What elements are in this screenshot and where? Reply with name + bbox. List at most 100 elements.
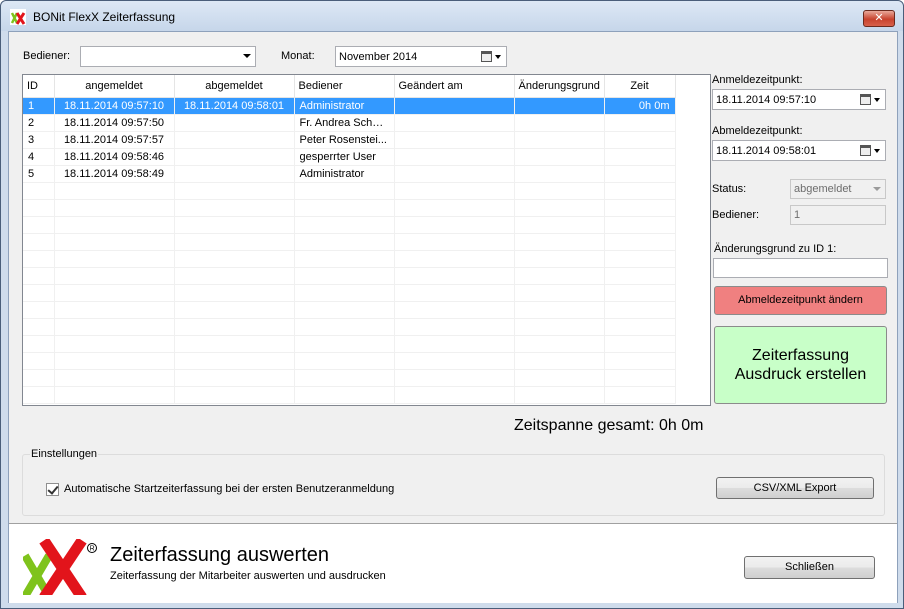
detail-operator-value: 1 [794, 209, 801, 221]
empty-row [23, 267, 676, 285]
cell-changed [394, 114, 515, 132]
column-header-logout[interactable]: abgemeldet [174, 75, 295, 98]
csv-xml-export-button[interactable]: CSV/XML Export [716, 477, 874, 499]
month-value: November 2014 [339, 51, 418, 63]
window-close-button[interactable]: ✕ [863, 10, 895, 27]
column-header-time[interactable]: Zeit [604, 75, 676, 98]
cell-operator: Fr. Andrea Schw... [294, 114, 395, 132]
footer-subtitle: Zeiterfassung der Mitarbeiter auswerten … [110, 570, 386, 582]
operator-filter-select[interactable] [80, 46, 256, 67]
cell-operator: Administrator [294, 165, 395, 183]
cell-changed [394, 165, 515, 183]
cell-login: 18.11.2014 09:58:49 [54, 165, 175, 183]
empty-row [23, 335, 676, 353]
month-label: Monat: [281, 50, 315, 62]
cell-logout [174, 114, 295, 132]
time-records-table[interactable]: ID angemeldet abgemeldet Bediener Geände… [22, 74, 711, 406]
column-header-operator[interactable]: Bediener [294, 75, 395, 98]
login-time-value: 18.11.2014 09:57:10 [716, 94, 817, 106]
logout-time-label: Abmeldezeitpunkt: [712, 125, 803, 137]
cell-logout [174, 165, 295, 183]
change-reason-input[interactable] [713, 258, 888, 278]
column-header-changed[interactable]: Geändert am [394, 75, 515, 98]
cell-time [604, 114, 676, 132]
chevron-down-icon [243, 54, 251, 58]
svg-text:R: R [90, 546, 95, 553]
cell-reason [514, 148, 605, 166]
cell-login: 18.11.2014 09:57:57 [54, 131, 175, 149]
empty-row [23, 301, 676, 319]
change-logout-time-button[interactable]: Abmeldezeitpunkt ändern [714, 286, 887, 315]
cell-login: 18.11.2014 09:57:10 [54, 97, 175, 115]
close-button[interactable]: Schließen [744, 556, 875, 579]
empty-row [23, 216, 676, 234]
change-reason-label: Änderungsgrund zu ID 1: [714, 243, 837, 255]
title-bar[interactable]: BONit FlexX Zeiterfassung ✕ [1, 1, 903, 31]
status-label: Status: [712, 183, 747, 195]
empty-row [23, 386, 676, 404]
chevron-down-icon [873, 187, 881, 191]
settings-group-title: Einstellungen [30, 448, 99, 460]
auto-start-checkbox[interactable] [46, 483, 59, 496]
table-row[interactable]: 4 18.11.2014 09:58:46 gesperrter User [23, 148, 676, 166]
chevron-down-icon [495, 55, 501, 59]
table-header-row: ID angemeldet abgemeldet Bediener Geände… [23, 75, 676, 98]
table-row[interactable]: 1 18.11.2014 09:57:10 18.11.2014 09:58:0… [23, 97, 676, 115]
close-button-label: Schließen [785, 561, 834, 573]
table-row[interactable]: 2 18.11.2014 09:57:50 Fr. Andrea Schw... [23, 114, 676, 132]
print-report-button-line1: Zeiterfassung [752, 347, 849, 364]
cell-time [604, 165, 676, 183]
column-header-id[interactable]: ID [23, 75, 55, 98]
cell-changed [394, 131, 515, 149]
print-report-button[interactable]: Zeiterfassung Ausdruck erstellen [714, 326, 887, 404]
empty-row [23, 250, 676, 268]
operator-filter-label: Bediener: [23, 50, 71, 62]
table-row[interactable]: 5 18.11.2014 09:58:49 Administrator [23, 165, 676, 183]
client-area: Bediener: Monat: November 2014 ID angeme… [8, 31, 898, 603]
cell-id: 5 [23, 165, 55, 183]
cell-login: 18.11.2014 09:57:50 [54, 114, 175, 132]
column-header-login[interactable]: angemeldet [54, 75, 175, 98]
footer-panel: R Zeiterfassung auswerten Zeiterfassung … [9, 523, 897, 603]
app-window: BONit FlexX Zeiterfassung ✕ Bediener: Mo… [0, 0, 904, 609]
empty-row [23, 318, 676, 336]
empty-row [23, 284, 676, 302]
detail-operator-field: 1 [790, 205, 886, 225]
detail-operator-label: Bediener: [712, 209, 760, 221]
cell-changed [394, 148, 515, 166]
logout-time-value: 18.11.2014 09:58:01 [716, 145, 817, 157]
csv-xml-export-button-label: CSV/XML Export [753, 482, 837, 494]
cell-time: 0h 0m [604, 97, 676, 115]
cell-reason [514, 165, 605, 183]
login-time-picker[interactable]: 18.11.2014 09:57:10 [712, 89, 886, 110]
login-time-label: Anmeldezeitpunkt: [712, 74, 803, 86]
chevron-down-icon [874, 98, 880, 102]
status-select: abgemeldet [790, 179, 886, 199]
app-logo-icon [10, 9, 26, 25]
month-date-picker[interactable]: November 2014 [335, 46, 507, 67]
empty-row [23, 233, 676, 251]
chevron-down-icon [874, 149, 880, 153]
auto-start-label[interactable]: Automatische Startzeiterfassung bei der … [64, 483, 394, 495]
cell-id: 2 [23, 114, 55, 132]
total-duration: Zeitspanne gesamt: 0h 0m [514, 417, 704, 434]
empty-row [23, 182, 676, 200]
column-header-reason[interactable]: Änderungsgrund [514, 75, 605, 98]
calendar-icon[interactable] [860, 94, 871, 105]
calendar-icon[interactable] [481, 51, 492, 62]
empty-row [23, 352, 676, 370]
cell-reason [514, 97, 605, 115]
cell-id: 1 [23, 97, 55, 115]
footer-title: Zeiterfassung auswerten [110, 544, 330, 566]
table-row[interactable]: 3 18.11.2014 09:57:57 Peter Rosenstei... [23, 131, 676, 149]
cell-id: 3 [23, 131, 55, 149]
cell-operator: gesperrter User [294, 148, 395, 166]
change-logout-time-button-label: Abmeldezeitpunkt ändern [738, 294, 863, 306]
cell-login: 18.11.2014 09:58:46 [54, 148, 175, 166]
logout-time-picker[interactable]: 18.11.2014 09:58:01 [712, 140, 886, 161]
cell-reason [514, 131, 605, 149]
calendar-icon[interactable] [860, 145, 871, 156]
cell-time [604, 148, 676, 166]
window-title: BONit FlexX Zeiterfassung [33, 10, 176, 24]
print-report-button-line2: Ausdruck erstellen [734, 366, 867, 383]
